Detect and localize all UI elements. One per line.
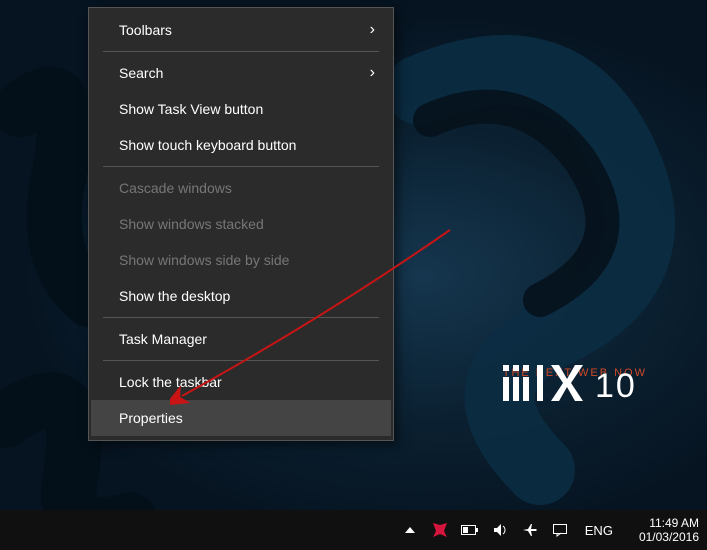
action-center-icon[interactable] bbox=[551, 521, 569, 539]
menu-separator bbox=[103, 51, 379, 52]
menu-label: Task Manager bbox=[119, 331, 207, 347]
taskbar[interactable]: ENG 11:49 AM 01/03/2016 bbox=[0, 510, 707, 550]
menu-label: Show the desktop bbox=[119, 288, 230, 304]
menu-label: Show windows stacked bbox=[119, 216, 264, 232]
system-tray: ENG 11:49 AM 01/03/2016 bbox=[401, 516, 699, 545]
menu-search[interactable]: Search › bbox=[91, 55, 391, 91]
menu-label: Show Task View button bbox=[119, 101, 263, 117]
menu-separator bbox=[103, 360, 379, 361]
chevron-right-icon: › bbox=[370, 22, 375, 38]
svg-text:10: 10 bbox=[595, 367, 637, 401]
wallpaper-logo: 10 THE NEXT WEB NOW bbox=[503, 365, 647, 379]
menu-label: Search bbox=[119, 65, 163, 81]
menu-separator bbox=[103, 166, 379, 167]
menu-task-view[interactable]: Show Task View button bbox=[91, 91, 391, 127]
language-indicator[interactable]: ENG bbox=[581, 523, 617, 538]
menu-show-desktop[interactable]: Show the desktop bbox=[91, 278, 391, 314]
menu-label: Show windows side by side bbox=[119, 252, 289, 268]
kaspersky-icon[interactable] bbox=[431, 521, 449, 539]
clock-date: 01/03/2016 bbox=[639, 530, 699, 544]
clock-time: 11:49 AM bbox=[639, 516, 699, 530]
clock[interactable]: 11:49 AM 01/03/2016 bbox=[639, 516, 699, 545]
menu-label: Show touch keyboard button bbox=[119, 137, 296, 153]
menu-label: Cascade windows bbox=[119, 180, 232, 196]
volume-icon[interactable] bbox=[491, 521, 509, 539]
menu-touch-keyboard[interactable]: Show touch keyboard button bbox=[91, 127, 391, 163]
menu-windows-side-by-side: Show windows side by side bbox=[91, 242, 391, 278]
menu-properties[interactable]: Properties bbox=[91, 400, 391, 436]
menu-separator bbox=[103, 317, 379, 318]
taskbar-context-menu: Toolbars › Search › Show Task View butto… bbox=[88, 7, 394, 441]
menu-windows-stacked: Show windows stacked bbox=[91, 206, 391, 242]
chevron-right-icon: › bbox=[370, 65, 375, 81]
battery-icon[interactable] bbox=[461, 521, 479, 539]
menu-label: Properties bbox=[119, 410, 183, 426]
tray-overflow-icon[interactable] bbox=[401, 521, 419, 539]
menu-task-manager[interactable]: Task Manager bbox=[91, 321, 391, 357]
menu-label: Toolbars bbox=[119, 22, 172, 38]
menu-cascade-windows: Cascade windows bbox=[91, 170, 391, 206]
airplane-mode-icon[interactable] bbox=[521, 521, 539, 539]
menu-lock-taskbar[interactable]: Lock the taskbar bbox=[91, 364, 391, 400]
menu-label: Lock the taskbar bbox=[119, 374, 222, 390]
menu-toolbars[interactable]: Toolbars › bbox=[91, 12, 391, 48]
